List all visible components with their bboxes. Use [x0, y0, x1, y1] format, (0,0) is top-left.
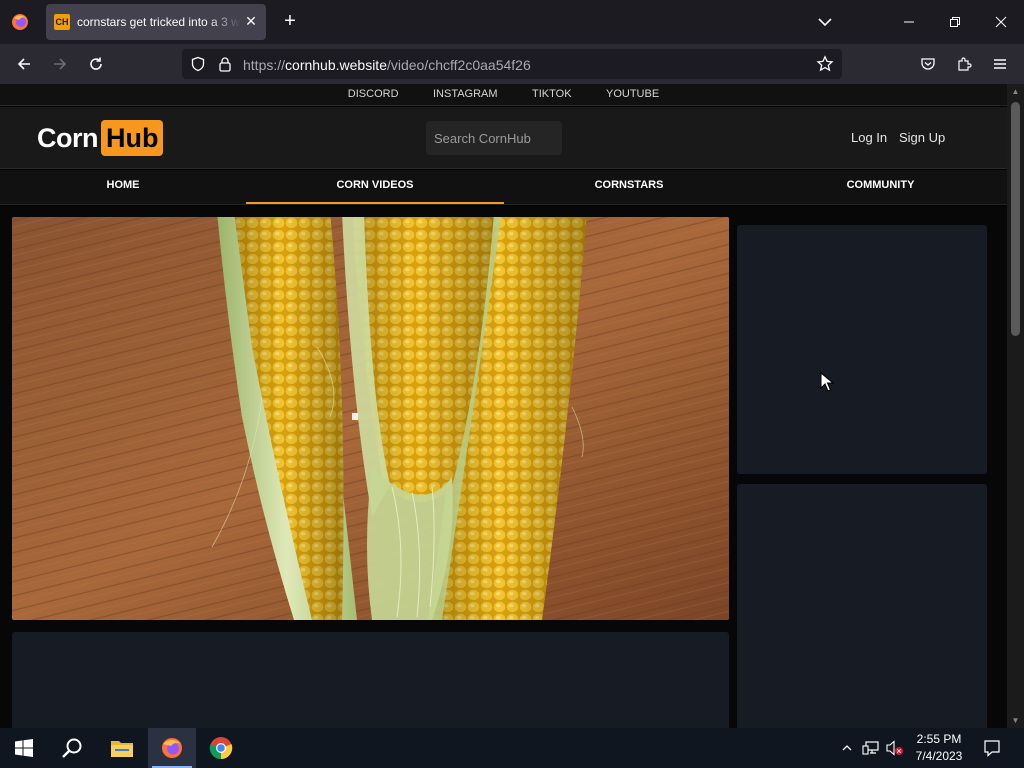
- taskbar-clock[interactable]: 2:55 PM 7/4/2023: [908, 731, 970, 765]
- chrome-icon: [209, 737, 233, 760]
- sidebar-ad-slot-2: [737, 484, 987, 728]
- scroll-down-icon[interactable]: ▼: [1011, 716, 1020, 725]
- youtube-link[interactable]: YOUTUBE: [606, 88, 659, 100]
- web-page: DISCORD INSTAGRAM TIKTOK YOUTUBE Corn Hu…: [0, 84, 1024, 728]
- video-info-panel: [12, 632, 729, 728]
- hamburger-menu-icon: [994, 59, 1006, 69]
- network-icon[interactable]: [862, 739, 880, 757]
- reload-icon: [90, 57, 102, 70]
- browser-tab-bar: CH cornstars get tricked into a 3 way ✕ …: [0, 0, 1024, 44]
- site-logo[interactable]: Corn Hub: [37, 120, 164, 156]
- restore-icon: [950, 17, 960, 27]
- clock-date: 7/4/2023: [915, 749, 963, 763]
- close-window-button[interactable]: [978, 0, 1024, 44]
- minimize-button[interactable]: [886, 0, 932, 44]
- app-menu-button[interactable]: [988, 52, 1012, 76]
- url-host: cornhub.website: [285, 57, 387, 73]
- close-tab-icon[interactable]: ✕: [243, 13, 259, 29]
- login-link[interactable]: Log In: [851, 130, 887, 145]
- address-bar[interactable]: https://cornhub.website/video/chcff2c0aa…: [182, 49, 842, 79]
- logo-text-corn: Corn: [37, 122, 99, 153]
- firefox-icon: [162, 738, 182, 758]
- volume-muted-icon[interactable]: [886, 739, 904, 757]
- file-explorer-button[interactable]: [98, 728, 146, 768]
- browser-toolbar: https://cornhub.website/video/chcff2c0aa…: [0, 44, 1024, 84]
- action-center-icon[interactable]: [982, 738, 1002, 758]
- nav-community[interactable]: COMMUNITY: [754, 170, 1007, 205]
- pocket-icon: [921, 58, 935, 70]
- mouse-cursor-icon: [820, 372, 834, 392]
- puzzle-piece-icon: [958, 57, 972, 71]
- show-hidden-icons-chevron-icon[interactable]: [838, 739, 856, 757]
- page-scrollbar[interactable]: ▲ ▼: [1007, 84, 1024, 728]
- logo-text-hub: Hub: [101, 120, 164, 156]
- windows-taskbar: 2:55 PM 7/4/2023: [0, 728, 1024, 768]
- site-favicon-icon: CH: [54, 14, 70, 30]
- search-button[interactable]: [48, 728, 96, 768]
- social-links-bar: DISCORD INSTAGRAM TIKTOK YOUTUBE: [0, 84, 1007, 106]
- folder-icon: [111, 741, 133, 757]
- main-nav: HOME CORN VIDEOS CORNSTARS COMMUNITY: [0, 170, 1007, 205]
- reload-button[interactable]: [84, 52, 108, 76]
- tracking-protection-shield-icon[interactable]: [190, 56, 206, 72]
- arrow-left-icon: [17, 58, 30, 70]
- corn-cobs-image: [12, 217, 729, 620]
- site-header: Corn Hub Log In Sign Up: [0, 107, 1007, 169]
- browser-tab[interactable]: CH cornstars get tricked into a 3 way ✕: [46, 4, 266, 40]
- lock-icon[interactable]: [217, 56, 233, 72]
- start-button[interactable]: [0, 728, 48, 768]
- signup-link[interactable]: Sign Up: [899, 130, 945, 145]
- nav-corn-videos[interactable]: CORN VIDEOS: [246, 170, 504, 205]
- sidebar-ad-slot-1: [737, 225, 987, 474]
- scroll-up-icon[interactable]: ▲: [1011, 87, 1020, 96]
- new-tab-button[interactable]: +: [279, 10, 301, 32]
- chrome-taskbar-button[interactable]: [197, 728, 245, 768]
- tab-title: cornstars get tricked into a 3 way: [77, 15, 241, 29]
- discord-link[interactable]: DISCORD: [348, 88, 399, 100]
- page-content: [0, 206, 1007, 728]
- firefox-view-icon[interactable]: [10, 12, 30, 32]
- search-input[interactable]: [426, 121, 562, 155]
- instagram-link[interactable]: INSTAGRAM: [433, 88, 498, 100]
- video-player[interactable]: [12, 217, 729, 620]
- close-icon: [995, 16, 1007, 28]
- list-all-tabs-icon[interactable]: [815, 12, 835, 32]
- url-text[interactable]: https://cornhub.website/video/chcff2c0aa…: [243, 57, 531, 73]
- back-button[interactable]: [12, 52, 36, 76]
- search-icon: [62, 738, 82, 758]
- extensions-button[interactable]: [952, 52, 976, 76]
- nav-home[interactable]: HOME: [0, 170, 246, 205]
- forward-button[interactable]: [48, 52, 72, 76]
- windows-logo-icon: [15, 739, 33, 757]
- url-path: /video/chcff2c0aa54f26: [386, 57, 531, 73]
- bookmark-star-icon[interactable]: [816, 55, 834, 73]
- restore-button[interactable]: [932, 0, 978, 44]
- firefox-taskbar-button[interactable]: [148, 728, 196, 768]
- scrollbar-thumb[interactable]: [1011, 102, 1020, 336]
- pocket-button[interactable]: [916, 52, 940, 76]
- url-prefix: https://: [243, 57, 286, 73]
- clock-time: 2:55 PM: [916, 732, 962, 746]
- tiktok-link[interactable]: TIKTOK: [532, 88, 572, 100]
- arrow-right-icon: [54, 58, 67, 70]
- minimize-icon: [904, 21, 914, 23]
- nav-cornstars[interactable]: CORNSTARS: [504, 170, 754, 205]
